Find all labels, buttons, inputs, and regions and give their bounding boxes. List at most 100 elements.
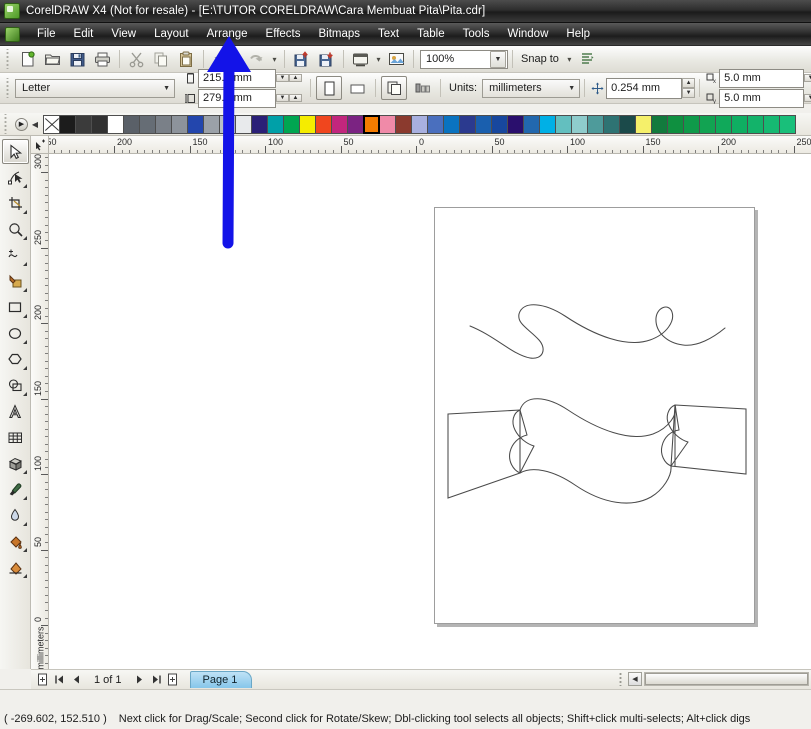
menu-layout[interactable]: Layout: [145, 25, 198, 43]
polygon-tool[interactable]: [2, 347, 29, 372]
toolbar-grip[interactable]: [5, 49, 12, 69]
new-document-button[interactable]: [16, 48, 39, 70]
menu-file[interactable]: File: [28, 25, 65, 43]
flyout-arrow-icon[interactable]: [22, 262, 27, 266]
color-swatch[interactable]: [603, 114, 620, 134]
crop-tool[interactable]: [2, 191, 29, 216]
color-swatch[interactable]: [411, 114, 428, 134]
horizontal-ruler[interactable]: 250 200 150 100 50 0 50 100 150 200 250: [31, 136, 811, 154]
freehand-tool[interactable]: [2, 243, 29, 268]
nudge-offset-field[interactable]: 0.254 mm: [606, 77, 683, 99]
chevron-down-icon[interactable]: ▼: [163, 85, 170, 92]
document-icon[interactable]: [5, 26, 20, 42]
flyout-arrow-icon[interactable]: [22, 522, 27, 526]
basic-shapes-tool[interactable]: [2, 373, 29, 398]
menu-help[interactable]: Help: [557, 25, 599, 43]
application-launcher-button[interactable]: [349, 48, 372, 70]
color-swatch[interactable]: [235, 114, 252, 134]
paper-type-combo[interactable]: Letter ▼: [15, 78, 175, 98]
color-swatch[interactable]: [363, 114, 380, 134]
color-swatch[interactable]: [171, 114, 188, 134]
palette-scroll-icon[interactable]: ▶: [15, 117, 28, 131]
drawing-canvas[interactable]: [49, 154, 811, 669]
duplicate-y-spin-down[interactable]: ▼: [804, 89, 811, 107]
units-combo[interactable]: millimeters ▼: [482, 78, 581, 98]
add-page-after-icon[interactable]: [166, 672, 181, 687]
launcher-dropdown-arrow-icon[interactable]: ▾: [373, 49, 384, 69]
save-button[interactable]: [66, 48, 89, 70]
flyout-arrow-icon[interactable]: [22, 366, 27, 370]
color-swatch[interactable]: [155, 114, 172, 134]
snap-to-dropdown-arrow-icon[interactable]: ▾: [564, 49, 575, 69]
flyout-arrow-icon[interactable]: [22, 340, 27, 344]
vertical-ruler[interactable]: 300 250 200 150 100 50 0: [31, 154, 49, 669]
color-swatch[interactable]: [491, 114, 508, 134]
color-swatch[interactable]: [651, 114, 668, 134]
redo-button[interactable]: [245, 48, 268, 70]
chevron-down-icon[interactable]: ▼: [568, 85, 575, 92]
menu-window[interactable]: Window: [498, 25, 557, 43]
horizontal-scrollbar[interactable]: ◀: [619, 671, 809, 687]
color-swatch[interactable]: [283, 114, 300, 134]
flyout-arrow-icon[interactable]: [22, 184, 27, 188]
interactive-blend-tool[interactable]: [2, 451, 29, 476]
duplicate-x-spin-down[interactable]: ▼: [804, 69, 811, 87]
color-swatch[interactable]: [523, 114, 540, 134]
portrait-orientation-button[interactable]: [316, 76, 342, 100]
table-tool[interactable]: [2, 425, 29, 450]
color-swatch[interactable]: [331, 114, 348, 134]
swatch-no-color[interactable]: [43, 114, 60, 134]
flyout-arrow-icon[interactable]: [22, 210, 27, 214]
smart-fill-tool[interactable]: [2, 269, 29, 294]
open-document-button[interactable]: [41, 48, 64, 70]
scroll-left-icon[interactable]: ◀: [628, 672, 642, 686]
color-swatch[interactable]: [443, 114, 460, 134]
duplicate-distance-x-field[interactable]: 5.0 mm: [719, 68, 805, 88]
cut-button[interactable]: [125, 48, 148, 70]
color-swatch[interactable]: [731, 114, 748, 134]
page-tab-1[interactable]: Page 1: [189, 671, 253, 688]
ruler-origin-icon[interactable]: [31, 136, 49, 154]
color-swatch[interactable]: [539, 114, 556, 134]
palette-grip[interactable]: [3, 114, 10, 134]
color-swatch[interactable]: [379, 114, 396, 134]
undo-dropdown-arrow-icon[interactable]: ▾: [233, 49, 244, 69]
flyout-arrow-icon[interactable]: [22, 314, 27, 318]
color-swatch[interactable]: [571, 114, 588, 134]
color-swatch[interactable]: [507, 114, 524, 134]
page-height-field[interactable]: 279.4 mm: [198, 88, 276, 108]
color-swatch[interactable]: [715, 114, 732, 134]
flyout-arrow-icon[interactable]: [22, 392, 27, 396]
color-swatch[interactable]: [315, 114, 332, 134]
color-swatch[interactable]: [747, 114, 764, 134]
color-swatch[interactable]: [59, 114, 76, 134]
color-swatch[interactable]: [619, 114, 636, 134]
color-swatch[interactable]: [635, 114, 652, 134]
color-swatch[interactable]: [107, 114, 124, 134]
scrollbar-thumb[interactable]: [645, 673, 808, 685]
outline-tool[interactable]: [2, 503, 29, 528]
next-page-icon[interactable]: [132, 672, 147, 687]
color-swatch[interactable]: [683, 114, 700, 134]
color-swatch[interactable]: [475, 114, 492, 134]
add-page-before-icon[interactable]: [35, 672, 50, 687]
color-swatch[interactable]: [779, 114, 796, 134]
menu-table[interactable]: Table: [408, 25, 454, 43]
chevron-down-icon[interactable]: ▼: [490, 50, 506, 68]
snap-layers-icon[interactable]: [576, 48, 599, 70]
color-swatch[interactable]: [763, 114, 780, 134]
flyout-arrow-icon[interactable]: [22, 470, 27, 474]
color-swatch[interactable]: [587, 114, 604, 134]
shape-tool[interactable]: [2, 165, 29, 190]
palette-prev-icon[interactable]: ◀: [30, 120, 40, 129]
text-tool[interactable]: [2, 399, 29, 424]
color-swatch[interactable]: [267, 114, 284, 134]
menu-bitmaps[interactable]: Bitmaps: [309, 25, 369, 43]
copy-button[interactable]: [150, 48, 173, 70]
document-page[interactable]: [434, 207, 755, 624]
menu-text[interactable]: Text: [369, 25, 408, 43]
color-swatch[interactable]: [459, 114, 476, 134]
landscape-orientation-button[interactable]: [344, 76, 370, 100]
page-height-spinner[interactable]: ▼: [276, 89, 289, 107]
flyout-arrow-icon[interactable]: [22, 548, 27, 552]
